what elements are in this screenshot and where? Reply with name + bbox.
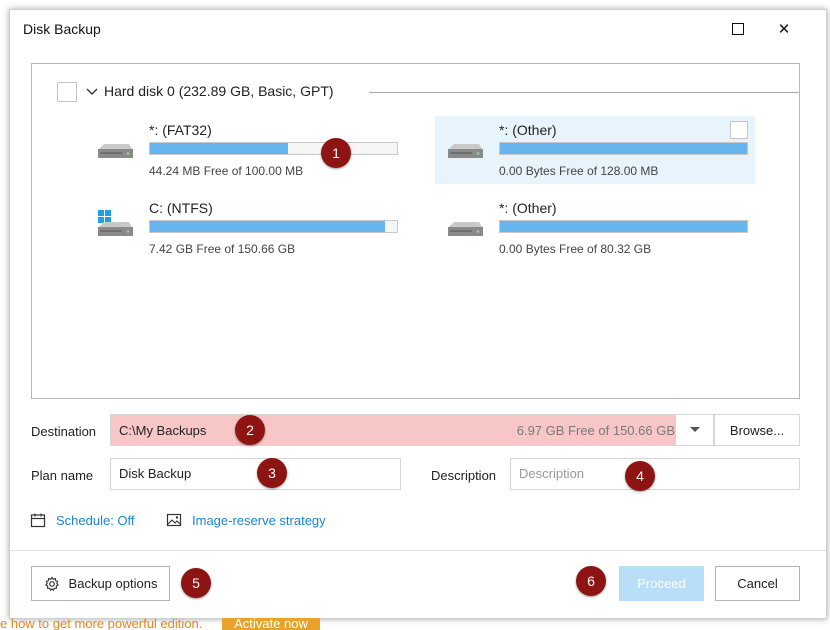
annotation-badge-1: 1	[321, 138, 351, 168]
partition-ntfs-c[interactable]: C: (NTFS) 7.42 GB Free of 150.66 GB	[85, 194, 405, 262]
dropdown-arrow-icon	[689, 427, 700, 432]
partition-other-1[interactable]: *: (Other) 0.00 Bytes Free of 128.00 MB	[435, 116, 755, 184]
gear-icon	[44, 576, 59, 591]
plan-name-label: Plan name	[31, 468, 94, 483]
schedule-link[interactable]: Schedule: Off	[56, 513, 135, 528]
usage-fill	[150, 143, 289, 154]
partition-name: C: (NTFS)	[149, 200, 213, 216]
cancel-button[interactable]: Cancel	[715, 566, 800, 601]
description-label: Description	[431, 468, 497, 483]
usage-bar	[149, 142, 398, 155]
usage-fill	[500, 143, 747, 154]
partition-name: *: (Other)	[499, 200, 557, 216]
disk-header: Hard disk 0 (232.89 GB, Basic, GPT)	[57, 81, 799, 103]
activate-now-button[interactable]: Activate now	[222, 618, 320, 630]
partition-fat32[interactable]: *: (FAT32) 44.24 MB Free of 100.00 MB	[85, 116, 405, 184]
close-icon: ✕	[777, 21, 791, 38]
destination-label: Destination	[31, 424, 97, 439]
maximize-button[interactable]	[715, 10, 761, 48]
annotation-badge-3: 3	[257, 458, 287, 488]
partition-free: 44.24 MB Free of 100.00 MB	[149, 164, 304, 178]
annotation-badge-5: 5	[181, 568, 211, 598]
description-input[interactable]: Description	[510, 458, 800, 490]
usage-fill	[150, 221, 385, 232]
divider	[369, 92, 799, 93]
promo-strip: e how to get more powerful edition. Acti…	[0, 618, 400, 630]
chevron-down-icon[interactable]	[85, 81, 99, 103]
partition-name: *: (Other)	[499, 122, 557, 138]
destination-dropdown-button[interactable]	[676, 415, 713, 445]
disk-title: Hard disk 0 (232.89 GB, Basic, GPT)	[104, 83, 334, 99]
image-reserve-link[interactable]: Image-reserve strategy	[192, 513, 326, 528]
window-title: Disk Backup	[23, 21, 101, 37]
close-button[interactable]: ✕	[761, 10, 807, 48]
proceed-button[interactable]: Proceed	[619, 566, 704, 601]
title-bar: Disk Backup ✕	[10, 10, 826, 48]
annotation-badge-2: 2	[235, 415, 265, 445]
backup-options-button[interactable]: Backup options	[31, 566, 170, 601]
partition-free: 0.00 Bytes Free of 80.32 GB	[499, 242, 652, 256]
disk-selection-panel: Hard disk 0 (232.89 GB, Basic, GPT) *: (…	[31, 63, 800, 399]
footer-divider	[10, 550, 826, 551]
partition-free: 7.42 GB Free of 150.66 GB	[149, 242, 296, 256]
calendar-icon	[30, 513, 46, 528]
partition-name: *: (FAT32)	[149, 122, 212, 138]
disk-checkbox[interactable]	[57, 82, 77, 102]
destination-free: 6.97 GB Free of 150.66 GB	[516, 423, 675, 438]
maximize-icon	[732, 23, 744, 35]
partition-free: 0.00 Bytes Free of 128.00 MB	[499, 164, 659, 178]
usage-fill	[500, 221, 747, 232]
annotation-badge-4: 4	[625, 461, 655, 491]
browse-button[interactable]: Browse...	[714, 414, 800, 446]
usage-bar	[499, 142, 748, 155]
drive-icon	[448, 222, 483, 236]
partition-other-2[interactable]: *: (Other) 0.00 Bytes Free of 80.32 GB	[435, 194, 755, 262]
promo-text: e how to get more powerful edition.	[0, 618, 203, 630]
annotation-badge-6: 6	[576, 566, 606, 596]
backup-options-label: Backup options	[68, 576, 158, 591]
image-icon	[166, 513, 182, 527]
destination-path: C:\My Backups	[119, 423, 207, 438]
drive-icon	[448, 144, 483, 158]
disk-backup-dialog: Disk Backup ✕ Hard disk 0 (232.89 GB, Ba…	[9, 9, 827, 619]
usage-bar	[149, 220, 398, 233]
usage-bar	[499, 220, 748, 233]
drive-icon	[98, 144, 133, 158]
plan-name-input[interactable]: Disk Backup	[110, 458, 401, 490]
partition-checkbox[interactable]	[730, 121, 748, 139]
windows-drive-icon	[98, 210, 133, 236]
destination-field[interactable]: C:\My Backups 6.97 GB Free of 150.66 GB	[110, 414, 714, 446]
